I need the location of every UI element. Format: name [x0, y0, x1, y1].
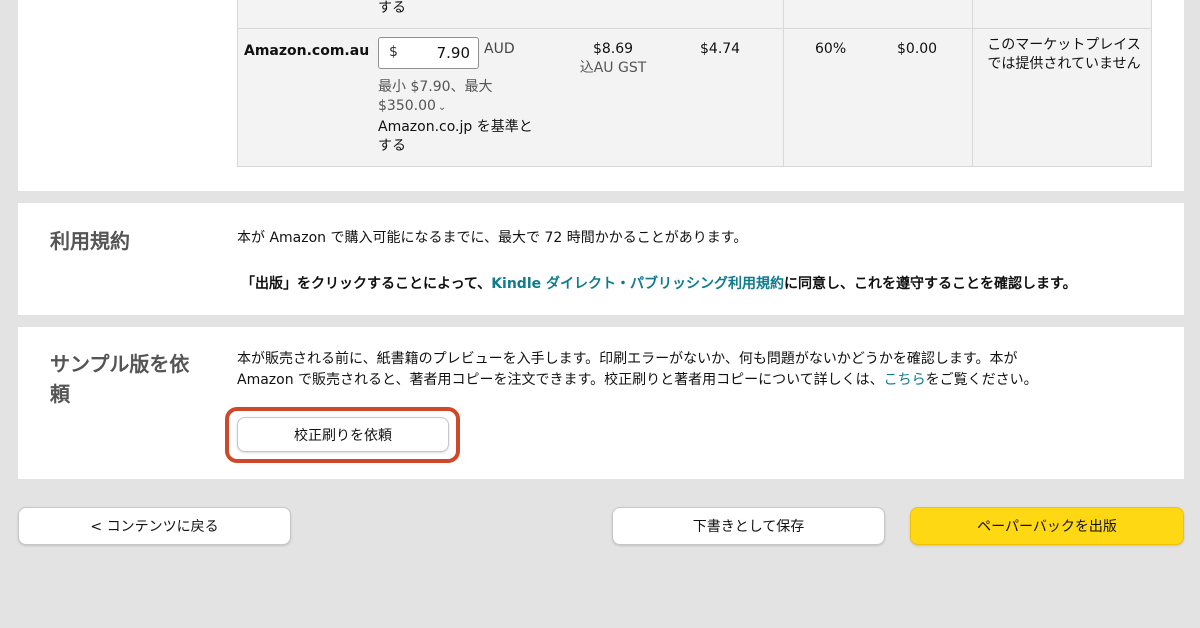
terms-agreement-suffix: に同意し、これを遵守することを確認します。 [784, 276, 1077, 292]
proof-section: サンプル版を依 頼 本が販売される前に、紙書籍のプレビューを入手します。印刷エラ… [18, 327, 1184, 479]
price-basis-line2: する [378, 138, 406, 154]
list-price-with-tax: $8.69 込AU GST [578, 40, 648, 78]
royalty-rate: 60% [815, 41, 847, 57]
proof-description-prefix: Amazon で販売されると、著者用コピーを注文できます。校正刷りと著者用コピー… [237, 372, 884, 388]
list-price-value: $8.69 [592, 41, 634, 57]
price-range: 最小 $7.90、最大 $350.00 ⌄ [378, 78, 528, 117]
proof-title-line2: 頼 [50, 382, 70, 406]
table-column-divider [783, 0, 784, 166]
terms-section: 利用規約 本が Amazon で購入可能になるまでに、最大で 72 時間かかるこ… [18, 203, 1184, 315]
currency-code: AUD [484, 41, 515, 57]
chevron-down-icon: ⌄ [437, 102, 447, 113]
previous-row-text: する [378, 0, 406, 16]
price-basis: Amazon.co.jp を基準と する [378, 118, 538, 156]
price-range-toggle[interactable]: $350.00 ⌄ [378, 97, 446, 117]
back-to-content-button[interactable]: < コンテンツに戻る [18, 507, 291, 545]
price-basis-line1: Amazon.co.jp を基準と [378, 119, 533, 135]
request-proof-button[interactable]: 校正刷りを依頼 [237, 417, 449, 452]
list-price-input-box[interactable]: $ [378, 37, 479, 69]
terms-availability-note: 本が Amazon で購入可能になるまでに、最大で 72 時間かかることがありま… [237, 230, 748, 246]
list-price-input[interactable] [410, 43, 470, 63]
proof-title-line1: サンプル版を依 [50, 352, 190, 376]
publish-paperback-button[interactable]: ペーパーバックを出版 [910, 507, 1184, 545]
price-range-max: $350.00 [378, 98, 436, 114]
table-row-divider [238, 28, 1151, 29]
not-available-note: このマーケットプレイスでは提供されていません [987, 37, 1141, 72]
kdp-terms-link[interactable]: Kindle ダイレクト・パブリッシング利用規約 [491, 276, 784, 292]
price-range-min: 最小 $7.90、最大 [378, 79, 493, 95]
proof-description-line2: Amazon で販売されると、著者用コピーを注文できます。校正刷りと著者用コピー… [237, 370, 1137, 391]
terms-agreement: 「出版」をクリックすることによって、Kindle ダイレクト・パブリッシング利用… [241, 273, 1077, 293]
royalty-value: $4.74 [700, 41, 741, 57]
save-draft-button[interactable]: 下書きとして保存 [612, 507, 885, 545]
table-column-divider [972, 0, 973, 166]
terms-title: 利用規約 [50, 229, 130, 253]
delivery-cost: $0.00 [897, 41, 938, 57]
pricing-table: する Amazon.com.au $ AUD 最小 $7.90、最大 $350.… [237, 0, 1152, 167]
proof-title: サンプル版を依 頼 [50, 349, 189, 409]
proof-description-line1: 本が販売される前に、紙書籍のプレビューを入手します。印刷エラーがないか、何も問題… [237, 351, 1018, 367]
proof-description: 本が販売される前に、紙書籍のプレビューを入手します。印刷エラーがないか、何も問題… [237, 349, 1137, 391]
terms-agreement-prefix: 「出版」をクリックすることによって、 [241, 276, 492, 292]
marketplace-label: Amazon.com.au [244, 43, 370, 59]
currency-symbol: $ [389, 44, 398, 60]
tax-note: 込AU GST [579, 60, 647, 76]
proof-details-link[interactable]: こちら [884, 372, 926, 388]
proof-description-suffix: をご覧ください。 [925, 372, 1038, 388]
pricing-section: する Amazon.com.au $ AUD 最小 $7.90、最大 $350.… [18, 0, 1184, 191]
